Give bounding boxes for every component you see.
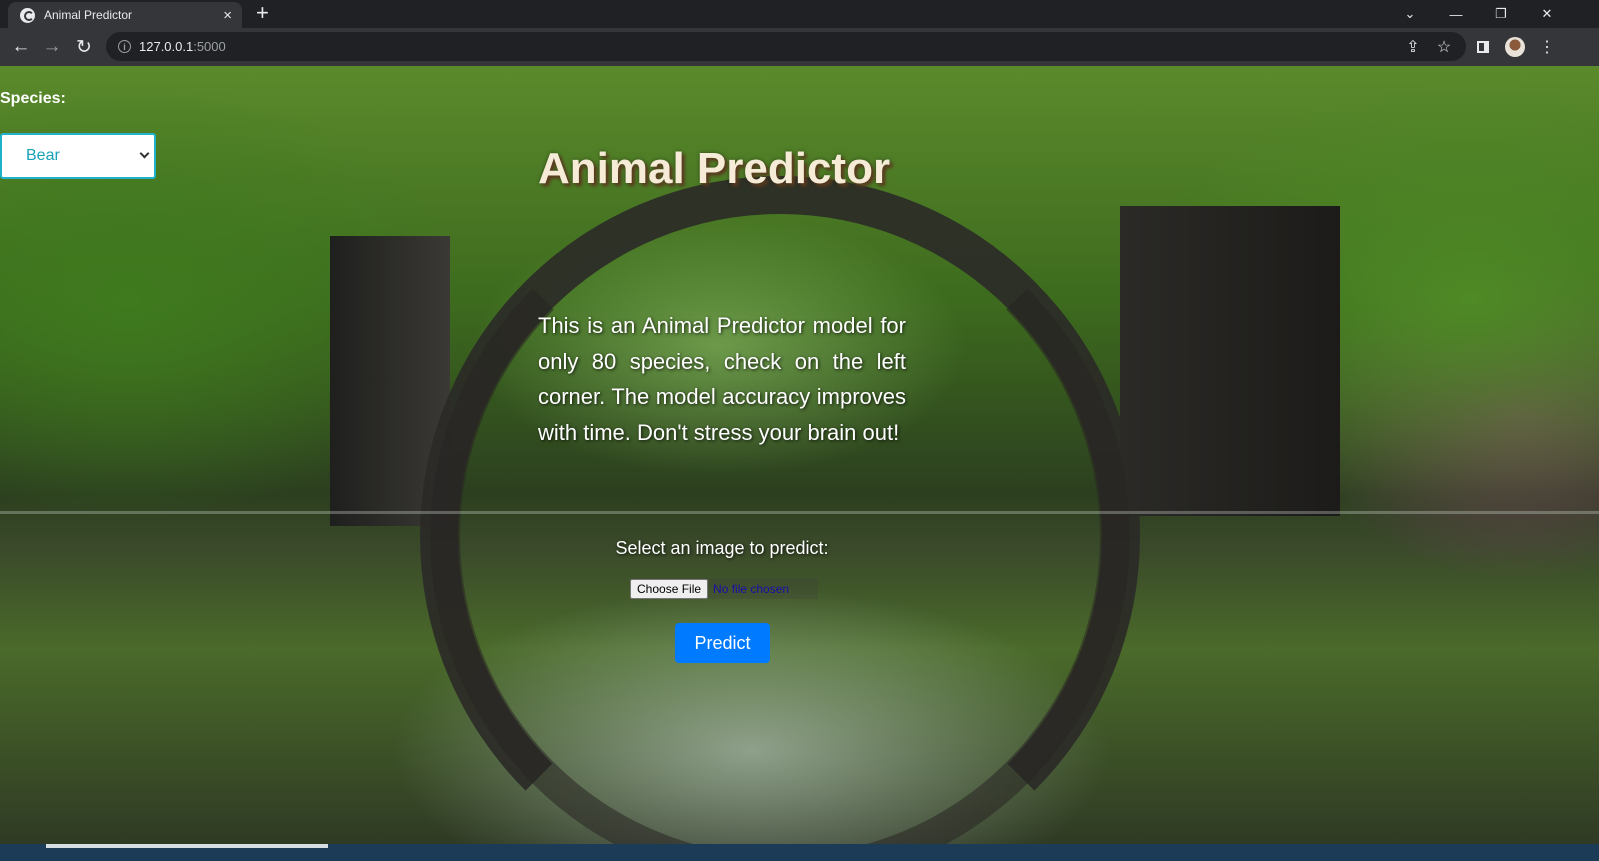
file-input[interactable]: Choose File No file chosen xyxy=(630,578,818,599)
site-info-icon[interactable]: i xyxy=(118,40,131,53)
file-status-text: No file chosen xyxy=(713,581,790,596)
url-port: :5000 xyxy=(193,39,226,54)
url-host: 127.0.0.1 xyxy=(139,39,194,54)
background-pillar-right xyxy=(1120,206,1340,516)
minimize-button[interactable]: — xyxy=(1433,0,1479,28)
taskbar-active-indicator xyxy=(46,844,328,848)
background-waterline xyxy=(0,511,1599,514)
species-selected-value: Bear xyxy=(26,147,60,164)
choose-file-button[interactable]: Choose File xyxy=(630,578,709,599)
restore-button[interactable]: ❐ xyxy=(1478,0,1524,28)
browser-toolbar: ← → ↻ i 127.0.0.1 :5000 ⇪ ☆ ⋮ xyxy=(0,28,1599,66)
predict-button[interactable]: Predict xyxy=(675,623,770,663)
profile-avatar[interactable] xyxy=(1505,37,1525,57)
chevron-down-icon xyxy=(139,148,150,159)
bookmark-star-icon[interactable]: ☆ xyxy=(1434,37,1454,57)
new-tab-button[interactable]: + xyxy=(256,2,269,24)
globe-icon xyxy=(20,7,35,23)
page-viewport: Species: Bear Animal Predictor This is a… xyxy=(0,66,1599,844)
address-bar[interactable]: i 127.0.0.1 :5000 xyxy=(106,32,1466,61)
browser-tab[interactable]: Animal Predictor × xyxy=(8,2,242,28)
forward-arrow-icon[interactable]: → xyxy=(39,34,65,60)
kebab-menu-icon[interactable]: ⋮ xyxy=(1537,37,1557,57)
os-taskbar xyxy=(0,844,1599,861)
tab-search-icon[interactable]: ⌄ xyxy=(1387,0,1433,28)
browser-tab-strip: Animal Predictor × + ⌄ — ❐ ✕ xyxy=(0,0,1599,28)
select-image-label: Select an image to predict: xyxy=(615,538,829,558)
close-window-button[interactable]: ✕ xyxy=(1524,0,1570,28)
species-label: Species: xyxy=(0,90,66,107)
share-icon[interactable]: ⇪ xyxy=(1403,37,1423,57)
reload-icon[interactable]: ↻ xyxy=(71,34,97,60)
page-title: Animal Predictor xyxy=(538,144,891,193)
side-panel-icon[interactable] xyxy=(1473,37,1493,57)
tab-title: Animal Predictor xyxy=(44,8,133,22)
tab-close-icon[interactable]: × xyxy=(223,8,232,23)
back-arrow-icon[interactable]: ← xyxy=(8,34,34,60)
species-select[interactable]: Bear xyxy=(0,133,156,179)
intro-text: This is an Animal Predictor model for on… xyxy=(538,313,906,445)
